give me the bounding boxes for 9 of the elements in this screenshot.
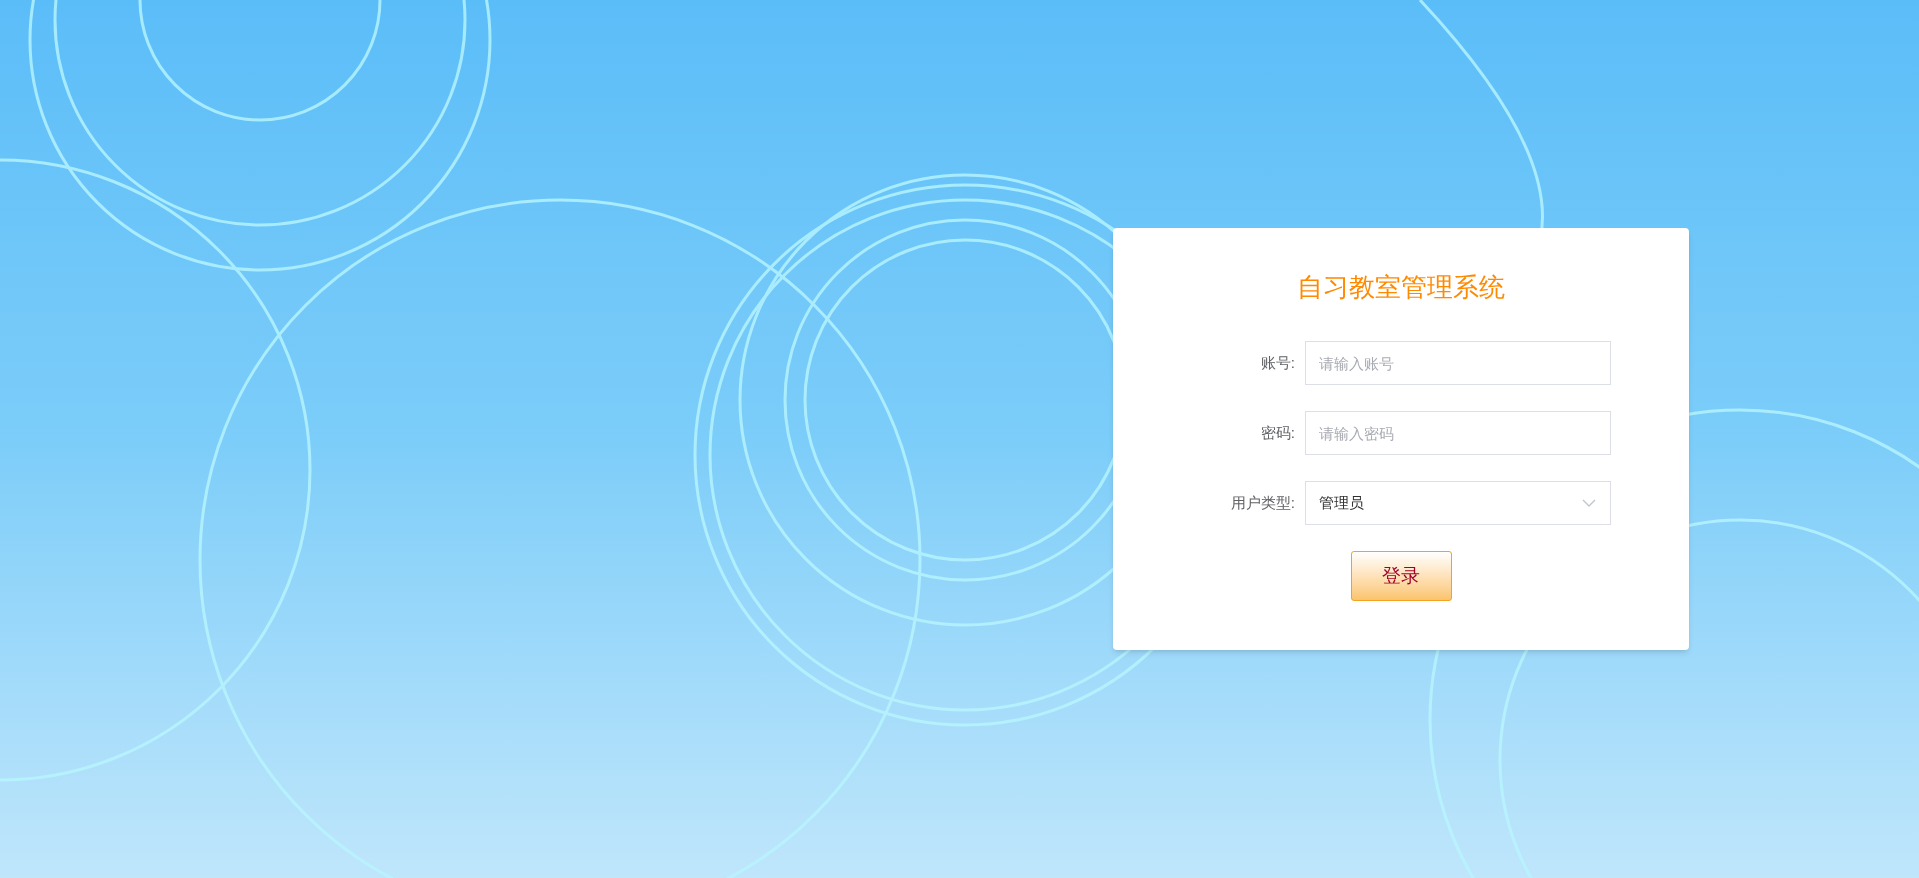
field-label: 密码:: [1259, 422, 1295, 443]
account-field[interactable]: 请输入账号: [1305, 341, 1611, 385]
user-type-select[interactable]: 管理员: [1305, 481, 1611, 525]
password-field[interactable]: 请输入密码: [1305, 411, 1611, 455]
chevron-down-icon: [1582, 499, 1596, 507]
field-label: 用户类型:: [1229, 492, 1295, 513]
login-title: 自习教室管理系统: [1296, 271, 1506, 304]
field-label: 账号:: [1259, 352, 1295, 373]
login-button[interactable]: 登录: [1350, 551, 1452, 601]
